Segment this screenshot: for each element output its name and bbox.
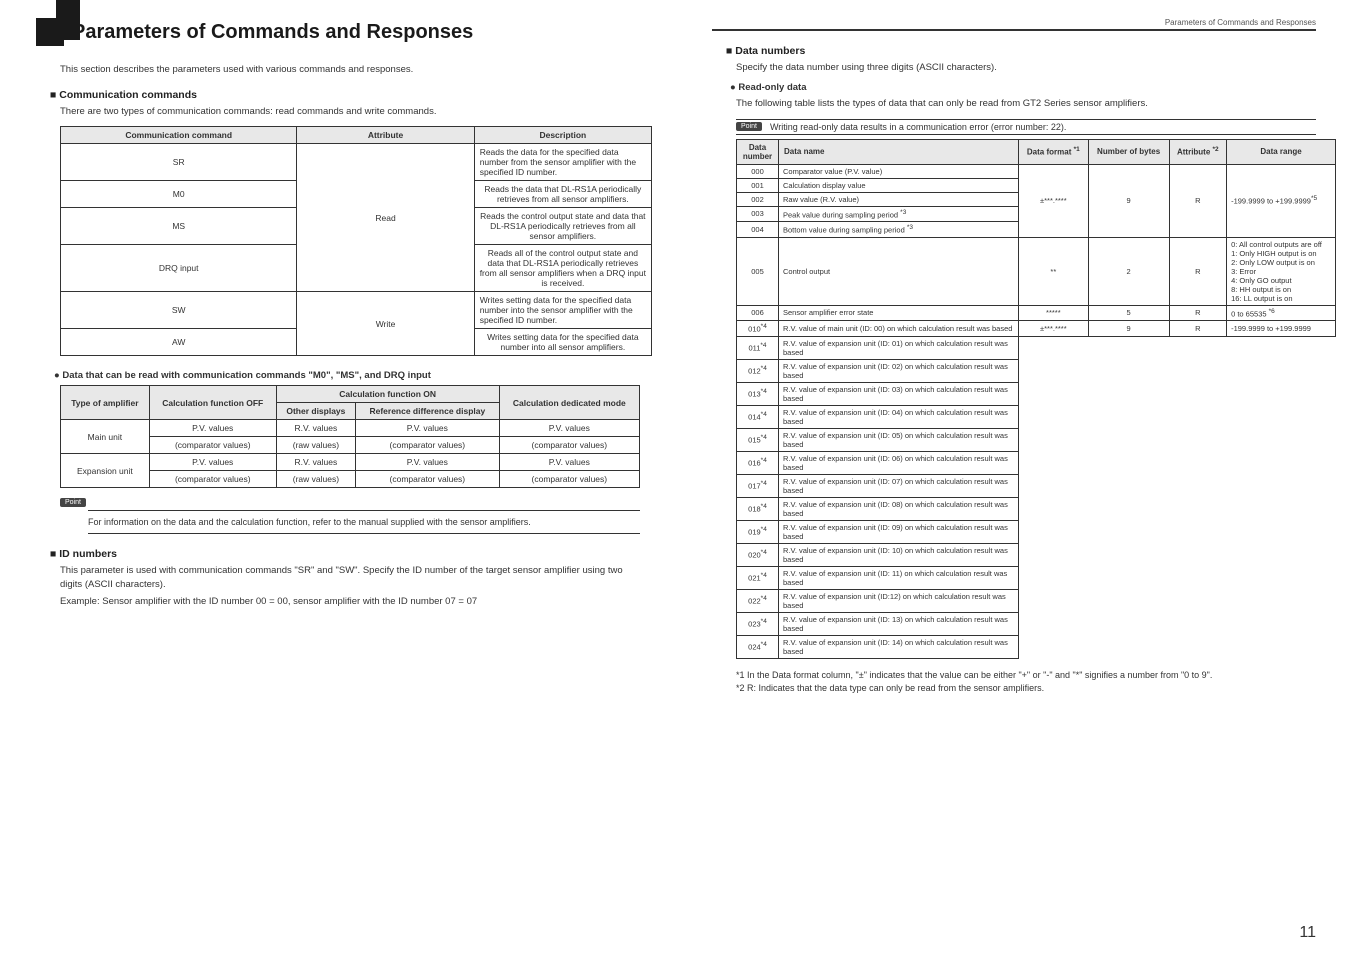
th-dedicated: Calculation dedicated mode (499, 386, 639, 420)
sub-read-only: Read-only data (730, 82, 1316, 93)
th-other: Other displays (276, 403, 355, 420)
th-data-number: Data number (737, 139, 779, 164)
th-reference: Reference difference display (356, 403, 500, 420)
table-row: 000 Comparator value (P.V. value) ±***.*… (737, 164, 1336, 178)
table-row: 022*4R.V. value of expansion unit (ID:12… (737, 589, 1336, 612)
th-range: Data range (1227, 139, 1336, 164)
page-number: 11 (1299, 924, 1316, 942)
table-row: 020*4R.V. value of expansion unit (ID: 1… (737, 543, 1336, 566)
table-row: SW Write Writes setting data for the spe… (61, 292, 652, 329)
data-number-table: Data number Data name Data format *1 Num… (736, 139, 1336, 659)
table-row: 015*4R.V. value of expansion unit (ID: 0… (737, 428, 1336, 451)
read-only-intro: The following table lists the types of d… (736, 97, 1316, 110)
th-type: Type of amplifier (61, 386, 150, 420)
table-row: 010*4 R.V. value of main unit (ID: 00) o… (737, 321, 1336, 337)
table-row: 023*4R.V. value of expansion unit (ID: 1… (737, 612, 1336, 635)
id-paragraph-2: Example: Sensor amplifier with the ID nu… (60, 595, 640, 608)
table-row: 019*4R.V. value of expansion unit (ID: 0… (737, 520, 1336, 543)
id-paragraph-1: This parameter is used with communicatio… (60, 564, 640, 591)
table-row: 024*4R.V. value of expansion unit (ID: 1… (737, 635, 1336, 658)
point-note: For information on the data and the calc… (88, 510, 640, 534)
table-row: 013*4R.V. value of expansion unit (ID: 0… (737, 382, 1336, 405)
th-data-format: Data format *1 (1019, 139, 1089, 164)
footnote-1: *1 In the Data format column, "±" indica… (736, 669, 1316, 683)
table-row: 017*4R.V. value of expansion unit (ID: 0… (737, 474, 1336, 497)
th-attribute: Attribute (297, 127, 474, 144)
communication-commands-table: Communication command Attribute Descript… (60, 126, 652, 356)
point-note-text: Writing read-only data results in a comm… (770, 122, 1066, 132)
page-title: Parameters of Commands and Responses (72, 21, 473, 44)
point-note-row: Point Writing read-only data results in … (736, 119, 1316, 135)
table-row: Expansion unit P.V. values R.V. values P… (61, 454, 640, 471)
table-row: SR Read Reads the data for the specified… (61, 144, 652, 181)
amplifier-type-table: Type of amplifier Calculation function O… (60, 385, 640, 488)
intro-text: This section describes the parameters us… (60, 64, 640, 75)
data-numbers-intro: Specify the data number using three digi… (736, 61, 1316, 74)
header-tab (56, 0, 80, 40)
table-row: 021*4R.V. value of expansion unit (ID: 1… (737, 566, 1336, 589)
th-calc-on: Calculation function ON (276, 386, 499, 403)
th-description: Description (474, 127, 651, 144)
table-row: 018*4R.V. value of expansion unit (ID: 0… (737, 497, 1336, 520)
page-header-right: Parameters of Commands and Responses (712, 18, 1316, 31)
th-calc-off: Calculation function OFF (149, 386, 276, 420)
table-row: 005 Control output ** 2 R 0: All control… (737, 237, 1336, 305)
table-row: 011*4R.V. value of expansion unit (ID: 0… (737, 336, 1336, 359)
sub-data-heading: Data that can be read with communication… (54, 370, 640, 381)
section-id-numbers: ID numbers (50, 548, 640, 560)
table-row: 006 Sensor amplifier error state ***** 5… (737, 305, 1336, 321)
table-row: 016*4R.V. value of expansion unit (ID: 0… (737, 451, 1336, 474)
th-bytes: Number of bytes (1088, 139, 1169, 164)
point-badge: Point (60, 498, 86, 507)
table-row: 014*4R.V. value of expansion unit (ID: 0… (737, 405, 1336, 428)
th-attribute: Attribute *2 (1169, 139, 1227, 164)
th-data-name: Data name (779, 139, 1019, 164)
section-data-numbers: Data numbers (726, 45, 1316, 57)
section-communication-commands: Communication commands (50, 89, 640, 101)
table-row: Main unit P.V. values R.V. values P.V. v… (61, 420, 640, 437)
point-badge: Point (736, 122, 762, 131)
footnote-2: *2 R: Indicates that the data type can o… (736, 682, 1316, 696)
comm-intro: There are two types of communication com… (60, 105, 640, 118)
th-command: Communication command (61, 127, 297, 144)
table-row: 012*4R.V. value of expansion unit (ID: 0… (737, 359, 1336, 382)
